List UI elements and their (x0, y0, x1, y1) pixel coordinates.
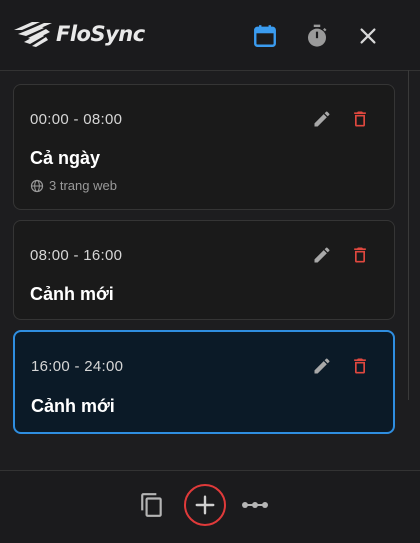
more-icon[interactable] (240, 495, 270, 515)
logo: FloSync (14, 20, 145, 48)
edit-icon[interactable] (310, 354, 334, 378)
scene-name: Cảnh mới (30, 284, 114, 304)
flosync-logo-icon (14, 22, 52, 47)
copy-icon[interactable] (138, 491, 166, 519)
delete-icon[interactable] (348, 354, 372, 378)
globe-icon (30, 179, 44, 192)
scene-meta: 3 trang web (30, 178, 117, 193)
scene-card[interactable]: 08:00 - 16:00 Cảnh mới (13, 220, 395, 320)
add-icon (195, 495, 215, 515)
app-name: FloSync (56, 22, 145, 46)
scene-time: 00:00 - 08:00 (30, 111, 123, 128)
scrollbar-track (408, 70, 409, 400)
add-button[interactable] (184, 484, 226, 526)
edit-icon[interactable] (310, 107, 334, 131)
scene-time: 08:00 - 16:00 (30, 247, 123, 264)
scene-time: 16:00 - 24:00 (31, 358, 124, 375)
calendar-icon[interactable] (251, 22, 279, 50)
scene-name: Cảnh mới (31, 396, 115, 416)
timer-icon[interactable] (303, 22, 331, 50)
scene-card-selected[interactable]: 16:00 - 24:00 Cảnh mới (13, 330, 395, 434)
header-bar: FloSync (0, 0, 420, 71)
scene-name: Cả ngày (30, 148, 101, 168)
scene-website-count: 3 trang web (49, 178, 117, 193)
delete-icon[interactable] (348, 243, 372, 267)
edit-icon[interactable] (310, 243, 334, 267)
scene-card[interactable]: 00:00 - 08:00 Cả ngày 3 trang web (13, 84, 395, 210)
delete-icon[interactable] (348, 107, 372, 131)
close-icon[interactable] (354, 22, 382, 50)
